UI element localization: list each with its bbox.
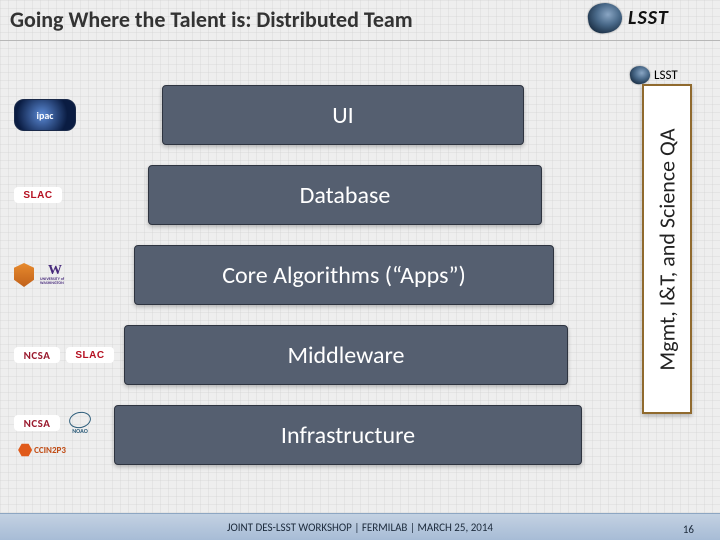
- ccin2p3-logo-icon: CCIN2P3: [14, 440, 70, 460]
- noao-text: NOAO: [72, 428, 88, 434]
- uw-logo-icon: W UNIVERSITY of WASHINGTON: [40, 263, 70, 287]
- layer-box-infrastructure: Infrastructure: [114, 405, 582, 465]
- ccin2p3-text: CCIN2P3: [34, 445, 66, 456]
- slide-title: Going Where the Talent is: Distributed T…: [10, 6, 413, 33]
- layer-row-core: W UNIVERSITY of WASHINGTON Core Algorith…: [10, 239, 610, 311]
- lsst-logo-text: LSST: [628, 6, 669, 30]
- layer-row-database: SLAC Database: [10, 159, 610, 231]
- lsst-logo: LSST: [588, 2, 708, 34]
- uw-letter: W: [48, 264, 62, 278]
- ncsa-logo-icon: NCSA: [14, 347, 60, 363]
- lsst-swirl-icon: [586, 1, 624, 35]
- layer-stack: ipac UI SLAC Database W UNIVERSITY of WA…: [0, 79, 620, 519]
- layer-box-core: Core Algorithms (“Apps”): [134, 245, 554, 305]
- uw-text: UNIVERSITY of WASHINGTON: [40, 278, 70, 286]
- ccin2p3-hex-icon: [18, 443, 32, 457]
- layer-row-ui: ipac UI: [10, 79, 610, 151]
- org-logos-core: W UNIVERSITY of WASHINGTON: [10, 263, 134, 287]
- layer-box-ui: UI: [162, 85, 524, 145]
- lsst-swirl-icon: [629, 65, 651, 86]
- princeton-shield-icon: [14, 263, 34, 287]
- layer-box-database: Database: [148, 165, 542, 225]
- lsst-logo-small: LSST: [630, 64, 700, 86]
- layer-row-infrastructure: NCSA NOAO CCIN2P3 Infrastructure: [10, 399, 610, 471]
- noao-logo-icon: NOAO: [66, 410, 94, 436]
- ncsa-logo-icon: NCSA: [14, 415, 60, 431]
- sidebar-label: Mgmt, I&T, and Science QA: [654, 128, 681, 370]
- layer-row-middleware: NCSA SLAC Middleware: [10, 319, 610, 391]
- slac-logo-icon: SLAC: [66, 347, 114, 363]
- lsst-logo-text: LSST: [654, 68, 678, 83]
- page-number: 16: [683, 523, 694, 536]
- org-logos-database: SLAC: [10, 187, 134, 203]
- sidebar-mgmt-qa: Mgmt, I&T, and Science QA: [642, 84, 692, 414]
- title-divider: [0, 40, 720, 41]
- slac-logo-icon: SLAC: [14, 187, 62, 203]
- layer-box-middleware: Middleware: [124, 325, 568, 385]
- slide-footer: JOINT DES-LSST WORKSHOP | FERMILAB | MAR…: [0, 513, 720, 540]
- org-logos-ui: ipac: [10, 99, 134, 131]
- org-logos-middleware: NCSA SLAC: [10, 347, 134, 363]
- ipac-logo-icon: ipac: [14, 99, 76, 131]
